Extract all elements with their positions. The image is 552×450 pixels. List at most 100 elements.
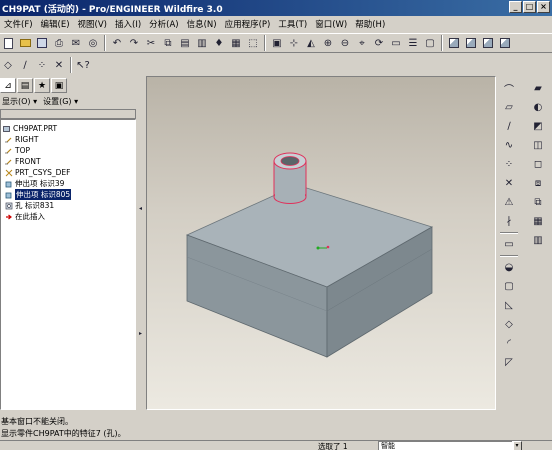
minimize-button[interactable]: _ — [509, 1, 522, 13]
datum-curve-tool-icon[interactable]: ∿ — [500, 137, 518, 154]
revolve-tool-icon[interactable]: ◐ — [529, 99, 547, 116]
mirror-tool-icon[interactable]: ▥ — [529, 232, 547, 249]
rib-tool-icon[interactable]: ◺ — [500, 297, 518, 314]
find-icon[interactable]: ▦ — [228, 35, 244, 51]
folder-browser-tab-icon[interactable]: ▤ — [17, 78, 33, 93]
extrude-tool-icon[interactable]: ▰ — [529, 80, 547, 97]
datum-point-display-icon[interactable]: ⁘ — [34, 57, 50, 73]
shell-tool-icon[interactable]: ▢ — [500, 278, 518, 295]
hole-tool-icon[interactable]: ◒ — [500, 259, 518, 276]
model-tree-search-bar[interactable] — [0, 109, 136, 119]
datum-axis-display-icon[interactable]: ∕ — [17, 57, 33, 73]
blend-tool-icon[interactable]: ◫ — [529, 137, 547, 154]
feature-toolbar: ⌒ ▱ ∕ ∿ ⁘ ✕ ⚠ ∤ ▭ ◒ ▢ ◺ ◇ ◜ ◸ — [498, 80, 520, 371]
style-tool-icon[interactable]: ◻ — [529, 156, 547, 173]
csys-display-icon[interactable]: ✕ — [51, 57, 67, 73]
merge-tool-icon[interactable]: ⧈ — [529, 175, 547, 192]
tree-item[interactable]: TOP — [5, 145, 30, 156]
menu-insert[interactable]: 插入(I) — [111, 18, 145, 30]
tree-item[interactable]: RIGHT — [5, 134, 38, 145]
new-file-icon[interactable] — [0, 35, 16, 51]
no-hidden-icon[interactable] — [480, 35, 496, 51]
show-dropdown[interactable]: 显示(O) ▾ — [2, 96, 37, 107]
csys-tool-icon[interactable]: ✕ — [500, 175, 518, 192]
maximize-button[interactable]: □ — [523, 1, 536, 13]
refit-icon[interactable]: ⌖ — [354, 35, 370, 51]
shading-icon[interactable] — [497, 35, 513, 51]
favorites-tab-icon[interactable]: ★ — [34, 78, 50, 93]
zoom-in-icon[interactable]: ⊕ — [320, 35, 336, 51]
menu-info[interactable]: 信息(N) — [183, 18, 221, 30]
menu-window[interactable]: 窗口(W) — [311, 18, 351, 30]
hidden-line-icon[interactable] — [463, 35, 479, 51]
sketch-icon[interactable]: ⌒ — [500, 80, 518, 97]
datum-plane-display-icon[interactable]: ◇ — [0, 57, 16, 73]
draft-tool-icon[interactable]: ◇ — [500, 316, 518, 333]
send-icon[interactable]: ◎ — [85, 35, 101, 51]
copy-icon[interactable]: ⧉ — [160, 35, 176, 51]
analysis-tool-icon[interactable]: ⚠ — [500, 194, 518, 211]
zoom-out-icon[interactable]: ⊖ — [337, 35, 353, 51]
paste-special-icon[interactable]: ▥ — [194, 35, 210, 51]
menu-analysis[interactable]: 分析(A) — [145, 18, 182, 30]
spin-center-icon[interactable]: ⊹ — [286, 35, 302, 51]
connections-tab-icon[interactable]: ▣ — [51, 78, 67, 93]
trim-tool-icon[interactable]: ⧉ — [529, 194, 547, 211]
layers-icon[interactable]: ☰ — [405, 35, 421, 51]
datum-plane-tool-icon[interactable]: ▱ — [500, 99, 518, 116]
saved-views-icon[interactable]: ▭ — [388, 35, 404, 51]
cut-icon[interactable]: ✂ — [143, 35, 159, 51]
regenerate-icon[interactable]: ♦ — [211, 35, 227, 51]
expand-arrow-icon[interactable]: ▸ — [139, 330, 143, 337]
datum-plane-icon — [5, 148, 12, 153]
settings-dropdown[interactable]: 设置(G) ▾ — [43, 96, 78, 107]
sketcher-tool-icon[interactable]: ▭ — [500, 236, 518, 253]
collapse-arrow-icon[interactable]: ◂ — [139, 205, 143, 212]
panel-sash[interactable]: ◂ ▸ — [138, 120, 144, 410]
pattern-tool-icon[interactable]: ▦ — [529, 213, 547, 230]
tree-item-selected[interactable]: 伸出项 标识805 — [5, 189, 72, 200]
selection-box-icon[interactable]: ⬚ — [245, 35, 261, 51]
tree-item[interactable]: 伸出项 标识39 — [5, 178, 64, 189]
tree-item[interactable]: CH9PAT.PRT — [3, 123, 57, 134]
menu-file[interactable]: 文件(F) — [0, 18, 37, 30]
menu-applications[interactable]: 应用程序(P) — [221, 18, 275, 30]
open-folder-icon[interactable] — [17, 35, 33, 51]
tree-item[interactable]: PRT_CSYS_DEF — [5, 167, 70, 178]
paste-icon[interactable]: ▤ — [177, 35, 193, 51]
wireframe-icon[interactable] — [446, 35, 462, 51]
toolbar-separator — [104, 35, 106, 51]
menu-edit[interactable]: 编辑(E) — [37, 18, 74, 30]
menu-view[interactable]: 视图(V) — [74, 18, 111, 30]
message-line: 基本窗口不能关闭。 — [1, 417, 73, 426]
datum-axis-tool-icon[interactable]: ∕ — [500, 118, 518, 135]
view-manager-icon[interactable]: ▢ — [422, 35, 438, 51]
filter-dropdown-icon[interactable]: ▾ — [512, 441, 522, 450]
datum-ref-tool-icon[interactable]: ∤ — [500, 213, 518, 230]
tree-item[interactable]: 在此插入 — [5, 211, 45, 222]
menu-tools[interactable]: 工具(T) — [274, 18, 311, 30]
variable-sweep-icon[interactable]: ◩ — [529, 118, 547, 135]
menu-help[interactable]: 帮助(H) — [351, 18, 389, 30]
save-icon[interactable] — [34, 35, 50, 51]
tree-item[interactable]: 孔 标识831 — [5, 200, 54, 211]
toolbar-separator — [70, 57, 72, 73]
repaint-icon[interactable]: ▣ — [269, 35, 285, 51]
chamfer-tool-icon[interactable]: ◸ — [500, 354, 518, 371]
email-icon[interactable]: ✉ — [68, 35, 84, 51]
tree-item[interactable]: FRONT — [5, 156, 41, 167]
reorient-icon[interactable]: ⟳ — [371, 35, 387, 51]
graphics-window[interactable] — [146, 76, 496, 410]
round-tool-icon[interactable]: ◜ — [500, 335, 518, 352]
redo-icon[interactable]: ↷ — [126, 35, 142, 51]
datum-point-tool-icon[interactable]: ⁘ — [500, 156, 518, 173]
selection-filter[interactable]: 智能 — [378, 441, 514, 450]
orient-icon[interactable]: ◭ — [303, 35, 319, 51]
undo-icon[interactable]: ↶ — [109, 35, 125, 51]
model-tree-tab-icon[interactable]: ⊿ — [0, 78, 16, 93]
toolbar-separator — [264, 35, 266, 51]
context-help-icon[interactable]: ↖? — [75, 57, 91, 73]
close-button[interactable]: × — [537, 1, 550, 13]
insert-here-icon — [6, 214, 12, 219]
print-icon[interactable]: ⎙ — [51, 35, 67, 51]
